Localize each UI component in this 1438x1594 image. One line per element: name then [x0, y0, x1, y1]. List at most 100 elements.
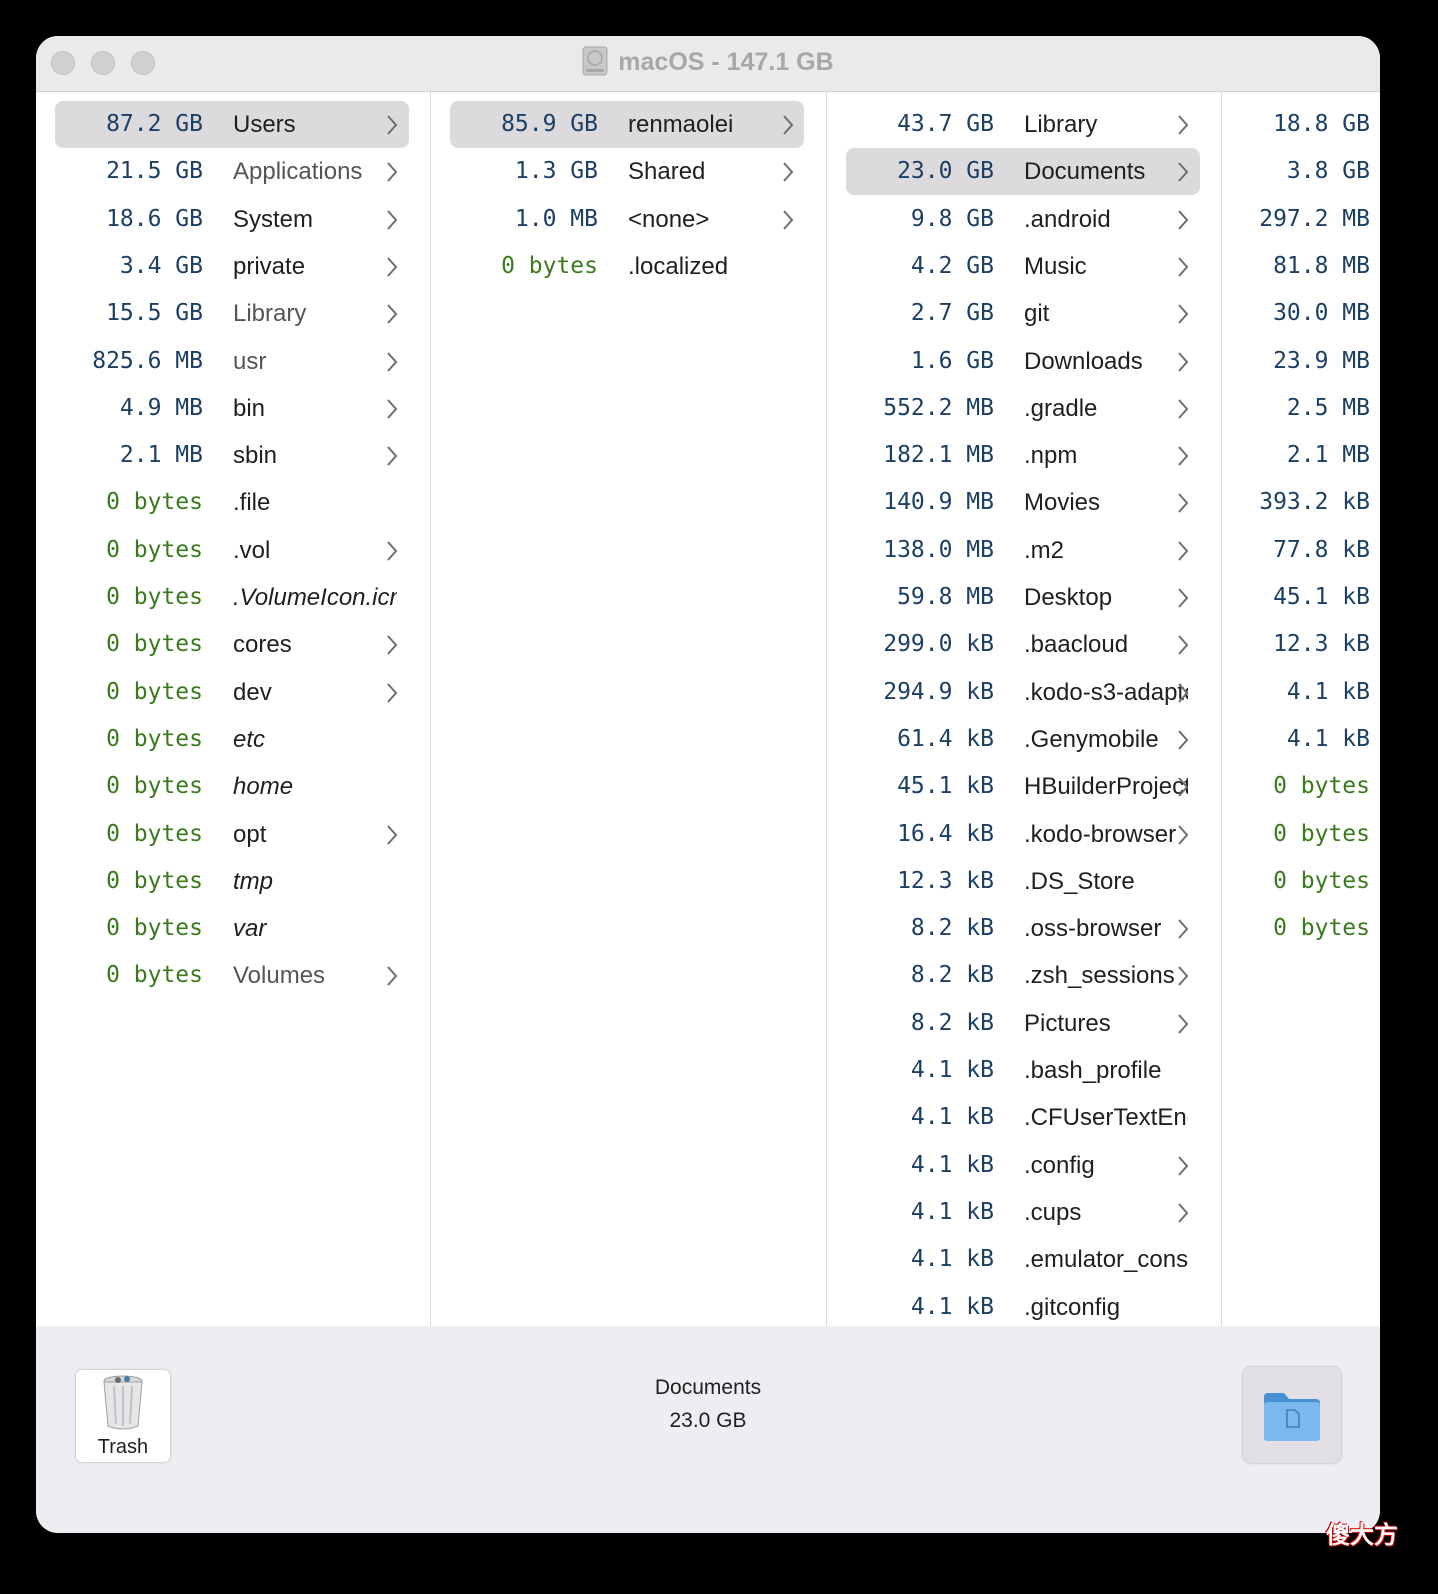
file-row[interactable]: 2.1 MB: [1222, 432, 1380, 479]
file-name: Volumes: [233, 962, 326, 990]
file-size: 12.3 kB: [1273, 631, 1370, 658]
file-row[interactable]: 1.3 GB Shared: [450, 148, 804, 195]
file-row[interactable]: 21.5 GB Applications: [55, 148, 409, 195]
file-size: 4.9 MB: [119, 394, 203, 421]
file-row[interactable]: 0 bytes: [1222, 905, 1380, 952]
chevron-right-icon: [1178, 115, 1189, 135]
file-row[interactable]: 12.3 kB: [1222, 621, 1380, 668]
file-row[interactable]: 0 bytes Volumes: [55, 952, 409, 999]
file-row[interactable]: 77.8 kB: [1222, 527, 1380, 574]
file-name: renmaolei: [628, 111, 734, 138]
file-row[interactable]: 0 bytes: [1222, 763, 1380, 810]
file-name: .config: [1024, 1151, 1095, 1179]
file-row[interactable]: 4.1 kB: [1222, 716, 1380, 763]
file-row[interactable]: 0 bytes etc: [55, 716, 409, 763]
file-row[interactable]: 59.8 MB Desktop: [846, 574, 1200, 621]
file-row[interactable]: 4.1 kB .gitconfig: [846, 1284, 1200, 1327]
chevron-right-icon: [387, 446, 398, 466]
file-row[interactable]: 85.9 GB renmaolei: [450, 101, 804, 148]
file-row[interactable]: 0 bytes .VolumeIcon.icns: [55, 574, 409, 621]
file-row[interactable]: 23.0 GB Documents: [846, 148, 1200, 196]
file-row[interactable]: 4.1 kB .emulator_console: [846, 1236, 1200, 1283]
chevron-right-icon: [1178, 824, 1189, 845]
file-row[interactable]: 12.3 kB .DS_Store: [846, 858, 1200, 905]
file-row[interactable]: 3.8 GB: [1222, 148, 1380, 195]
file-row[interactable]: 0 bytes .localized: [450, 243, 804, 290]
file-row[interactable]: 393.2 kB: [1222, 479, 1380, 526]
file-row[interactable]: 182.1 MB .npm: [846, 432, 1200, 479]
file-name: .CFUserTextEncoding: [1024, 1104, 1188, 1132]
file-row[interactable]: 43.7 GB Library: [846, 101, 1200, 148]
file-row[interactable]: 0 bytes: [1222, 858, 1380, 905]
file-row[interactable]: 0 bytes opt: [55, 811, 409, 858]
file-row[interactable]: 0 bytes .vol: [55, 527, 409, 574]
file-row[interactable]: 30.0 MB: [1222, 290, 1380, 337]
file-row[interactable]: 2.7 GB git: [846, 290, 1200, 337]
chevron-right-icon: [1178, 1155, 1189, 1176]
file-row[interactable]: 0 bytes cores: [55, 621, 409, 668]
file-name: .emulator_console: [1024, 1246, 1188, 1274]
file-row[interactable]: 8.2 kB .oss-browser: [846, 905, 1200, 952]
file-size: 393.2 kB: [1259, 489, 1370, 516]
file-size: 21.5 GB: [106, 158, 203, 185]
file-name: .gradle: [1024, 394, 1098, 422]
file-row[interactable]: 552.2 MB .gradle: [846, 385, 1200, 432]
file-row[interactable]: 16.4 kB .kodo-browser: [846, 811, 1200, 858]
file-name: .m2: [1024, 536, 1065, 564]
reveal-folder-button[interactable]: [1243, 1367, 1341, 1463]
file-row[interactable]: 9.8 GB .android: [846, 196, 1200, 243]
file-name: opt: [233, 820, 267, 848]
file-row[interactable]: 4.1 kB .CFUserTextEncoding: [846, 1094, 1200, 1141]
file-size: 0 bytes: [106, 962, 203, 989]
chevron-right-icon: [387, 966, 398, 987]
file-row[interactable]: 4.9 MB bin: [55, 385, 409, 432]
file-row[interactable]: 4.1 kB .cups: [846, 1189, 1200, 1236]
chevron-right-icon: [1178, 209, 1189, 230]
file-row[interactable]: 87.2 GB Users: [55, 101, 409, 148]
file-row[interactable]: 0 bytes home: [55, 763, 409, 810]
file-size: 4.1 kB: [1286, 678, 1370, 705]
file-row[interactable]: 8.2 kB .zsh_sessions: [846, 952, 1200, 999]
file-row[interactable]: 8.2 kB Pictures: [846, 1000, 1200, 1047]
column-2: 85.9 GB renmaolei 1.3 GB Shared 1.0 MB <none>…: [431, 92, 827, 1326]
file-name: Shared: [628, 158, 706, 186]
file-row[interactable]: 4.1 kB .config: [846, 1142, 1200, 1189]
file-name: .bash_profile: [1024, 1057, 1162, 1084]
file-row[interactable]: 825.6 MB usr: [55, 338, 409, 385]
file-row[interactable]: 18.6 GB System: [55, 196, 409, 243]
file-row[interactable]: 2.5 MB: [1222, 385, 1380, 432]
file-size: 0 bytes: [1273, 867, 1370, 894]
file-row[interactable]: 15.5 GB Library: [55, 290, 409, 337]
file-row[interactable]: 18.8 GB: [1222, 101, 1380, 148]
chevron-right-icon: [1178, 257, 1189, 277]
file-row[interactable]: 1.0 MB <none>: [450, 196, 804, 243]
file-row[interactable]: 1.6 GB Downloads: [846, 338, 1200, 385]
file-row[interactable]: 45.1 kB HBuilderProjects: [846, 763, 1200, 810]
file-name: .cups: [1024, 1198, 1082, 1226]
file-row[interactable]: 299.0 kB .baacloud: [846, 621, 1200, 668]
file-name: .baacloud: [1024, 631, 1129, 659]
file-row[interactable]: 2.1 MB sbin: [55, 432, 409, 479]
file-row[interactable]: 45.1 kB: [1222, 574, 1380, 621]
file-row[interactable]: 294.9 kB .kodo-s3-adapter: [846, 669, 1200, 716]
file-size: 0 bytes: [1273, 915, 1370, 942]
file-row[interactable]: 0 bytes dev: [55, 669, 409, 716]
column-3: 43.7 GB Library 23.0 GB Documents 9.8 GB .and…: [827, 92, 1222, 1326]
file-size: 2.1 MB: [1286, 442, 1370, 469]
file-row[interactable]: 0 bytes: [1222, 811, 1380, 858]
file-row[interactable]: 4.1 kB: [1222, 669, 1380, 716]
file-row[interactable]: 4.2 GB Music: [846, 243, 1200, 290]
file-row[interactable]: 0 bytes var: [55, 905, 409, 952]
file-row[interactable]: 297.2 MB: [1222, 196, 1380, 243]
file-row[interactable]: 140.9 MB Movies: [846, 479, 1200, 526]
file-row[interactable]: 3.4 GB private: [55, 243, 409, 290]
file-row[interactable]: 23.9 MB: [1222, 338, 1380, 385]
file-row[interactable]: 0 bytes .file: [55, 479, 409, 526]
file-name: sbin: [233, 442, 278, 470]
file-row[interactable]: 81.8 MB: [1222, 243, 1380, 290]
file-size: 1.0 MB: [514, 205, 598, 232]
file-row[interactable]: 138.0 MB .m2: [846, 527, 1200, 574]
file-row[interactable]: 4.1 kB .bash_profile: [846, 1047, 1200, 1094]
file-row[interactable]: 61.4 kB .Genymobile: [846, 716, 1200, 763]
file-row[interactable]: 0 bytes tmp: [55, 858, 409, 905]
